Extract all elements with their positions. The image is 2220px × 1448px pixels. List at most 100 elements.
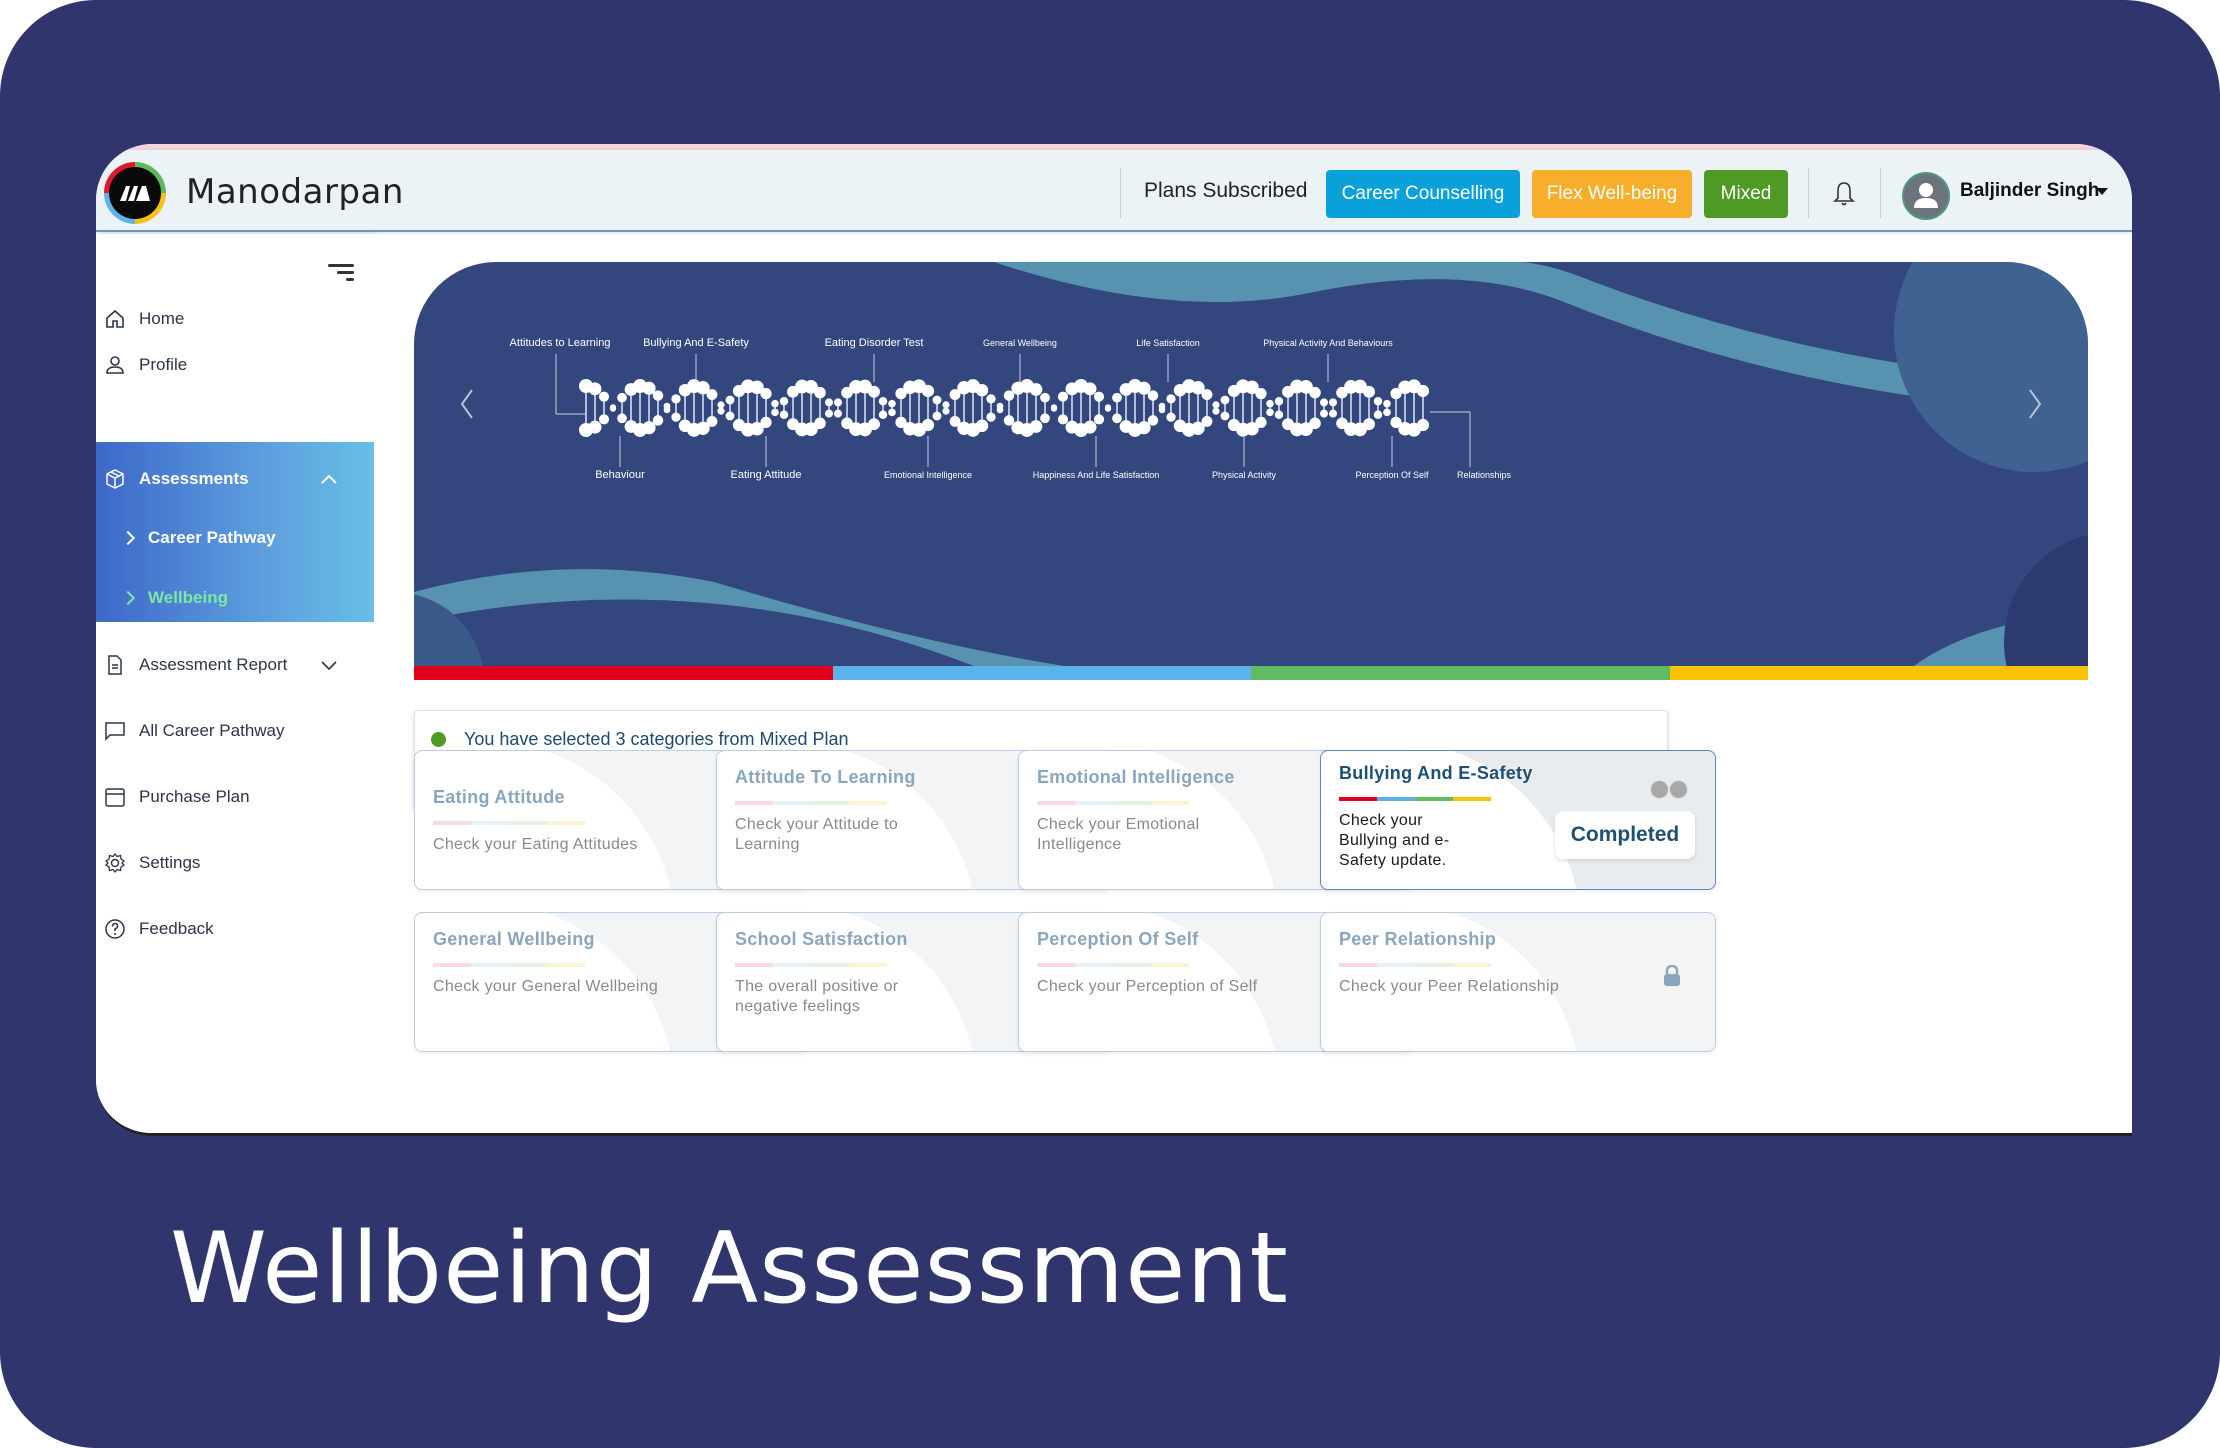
decorative-circle (2004, 535, 2088, 666)
dna-node (725, 411, 735, 421)
help-icon (105, 919, 125, 939)
sidebar-item-all-career-pathway[interactable]: All Career Pathway (96, 708, 374, 754)
color-segment-green (1251, 666, 1670, 680)
dna-node (1373, 410, 1383, 420)
dna-node (663, 402, 671, 410)
completed-button[interactable]: Completed (1555, 811, 1695, 859)
dna-node (1319, 409, 1329, 418)
dna-node (617, 413, 627, 424)
user-name[interactable]: Baljinder Singh (1960, 180, 2099, 202)
dna-label: Emotional Intelligence (884, 470, 972, 480)
carousel-prev-icon[interactable] (460, 389, 473, 419)
sidebar-item-profile[interactable]: Profile (96, 342, 374, 388)
dna-node (975, 383, 989, 397)
card-color-bar (1339, 963, 1491, 967)
dna-node (1050, 404, 1058, 411)
home-icon (106, 309, 124, 328)
card-color-bar (1037, 801, 1189, 805)
header-divider (1808, 168, 1809, 218)
sidebar-item-label: Purchase Plan (139, 787, 250, 806)
sidebar-item-label: All Career Pathway (139, 721, 285, 740)
dna-node (932, 395, 942, 405)
dna-node (617, 392, 627, 403)
chevron-up-icon[interactable] (320, 473, 338, 485)
plan-badge-flex-wellbeing[interactable]: Flex Well-being (1532, 170, 1692, 218)
header-divider (1120, 168, 1121, 218)
card-description: Check your Perception of Self (1037, 978, 1258, 995)
dna-node (1328, 398, 1338, 407)
dna-node (779, 396, 789, 406)
brand-color-bar (414, 666, 2088, 680)
dna-node (706, 389, 718, 401)
notification-bell-icon[interactable] (1832, 180, 1856, 208)
dna-node (1220, 411, 1230, 421)
dna-node (986, 394, 996, 404)
dna-node (986, 412, 996, 422)
dna-node (1416, 418, 1430, 432)
plan-badge-mixed[interactable]: Mixed (1704, 170, 1788, 218)
dna-node (1416, 384, 1430, 398)
dna-node (1040, 413, 1050, 424)
dna-node (942, 401, 950, 409)
dna-node (771, 399, 779, 408)
sidebar-item-feedback[interactable]: Feedback (96, 906, 374, 952)
plans-subscribed-label: Plans Subscribed (1144, 179, 1308, 202)
dna-node (706, 415, 718, 427)
sidebar-item-label: Settings (139, 853, 201, 872)
dna-node (1212, 407, 1220, 415)
dna-node (932, 411, 942, 421)
dna-node (921, 384, 935, 398)
dna-node (1266, 399, 1274, 408)
dna-label: Eating Disorder Test (825, 337, 924, 349)
dna-node (588, 382, 602, 396)
menu-toggle-icon[interactable] (328, 264, 354, 282)
app-window: Manodarpan Plans Subscribed Career Couns… (96, 144, 2132, 1136)
dna-node (814, 386, 826, 399)
sidebar-item-home[interactable]: Home (96, 296, 374, 342)
assessment-card[interactable]: Peer Relationship Check your Peer Relatio… (1320, 912, 1716, 1052)
dna-label: Life Satisfaction (1136, 338, 1200, 348)
logo-mark (109, 167, 161, 219)
dna-node (1057, 414, 1069, 425)
dna-node (1373, 396, 1383, 406)
user-menu-caret-icon[interactable] (2096, 188, 2108, 195)
card-color-bar (735, 801, 887, 805)
assessment-card[interactable]: Bullying And E-Safety Check your Bullying… (1320, 750, 1716, 890)
sidebar-item-label: Assessments (139, 469, 249, 488)
chevron-right-icon (120, 530, 136, 546)
plan-badge-career-counselling[interactable]: Career Counselling (1326, 170, 1520, 218)
dna-node (1040, 392, 1050, 403)
dna-node (1212, 401, 1220, 409)
dna-node (1363, 418, 1375, 431)
dna-node (588, 420, 602, 434)
dna-node (824, 398, 834, 407)
dna-node (878, 410, 888, 420)
app-logo[interactable] (104, 162, 166, 224)
dna-label: Behaviour (595, 469, 645, 481)
sidebar-subitem-wellbeing[interactable]: Wellbeing (96, 578, 374, 618)
chevron-down-icon[interactable] (320, 659, 338, 671)
card-color-bar (735, 963, 887, 967)
dna-node (1274, 410, 1284, 420)
chevron-right-icon (120, 590, 136, 606)
card-title: School Satisfaction (735, 929, 908, 949)
dna-node (725, 395, 735, 405)
app-title: Manodarpan (186, 172, 404, 212)
dna-label: Physical Activity And Behaviours (1263, 338, 1393, 348)
dna-node (888, 399, 896, 408)
dna-helix (579, 379, 1430, 437)
dna-node (1112, 392, 1122, 403)
dna-node (833, 409, 843, 418)
dna-node (760, 387, 772, 400)
sidebar-item-settings[interactable]: Settings (96, 840, 374, 886)
dna-label: Bullying And E-Safety (643, 337, 749, 349)
dna-node (1220, 395, 1230, 405)
dna-node (1147, 390, 1159, 401)
user-avatar[interactable] (1902, 172, 1950, 220)
sidebar-item-assessment-report[interactable]: Assessment Report (96, 642, 374, 688)
sidebar-item-purchase-plan[interactable]: Purchase Plan (96, 774, 374, 820)
dna-node (888, 408, 896, 417)
sidebar-item-assessments[interactable]: Assessments (96, 456, 374, 502)
card-color-bar (433, 963, 585, 967)
sidebar-subitem-career-pathway[interactable]: Career Pathway (96, 518, 374, 558)
